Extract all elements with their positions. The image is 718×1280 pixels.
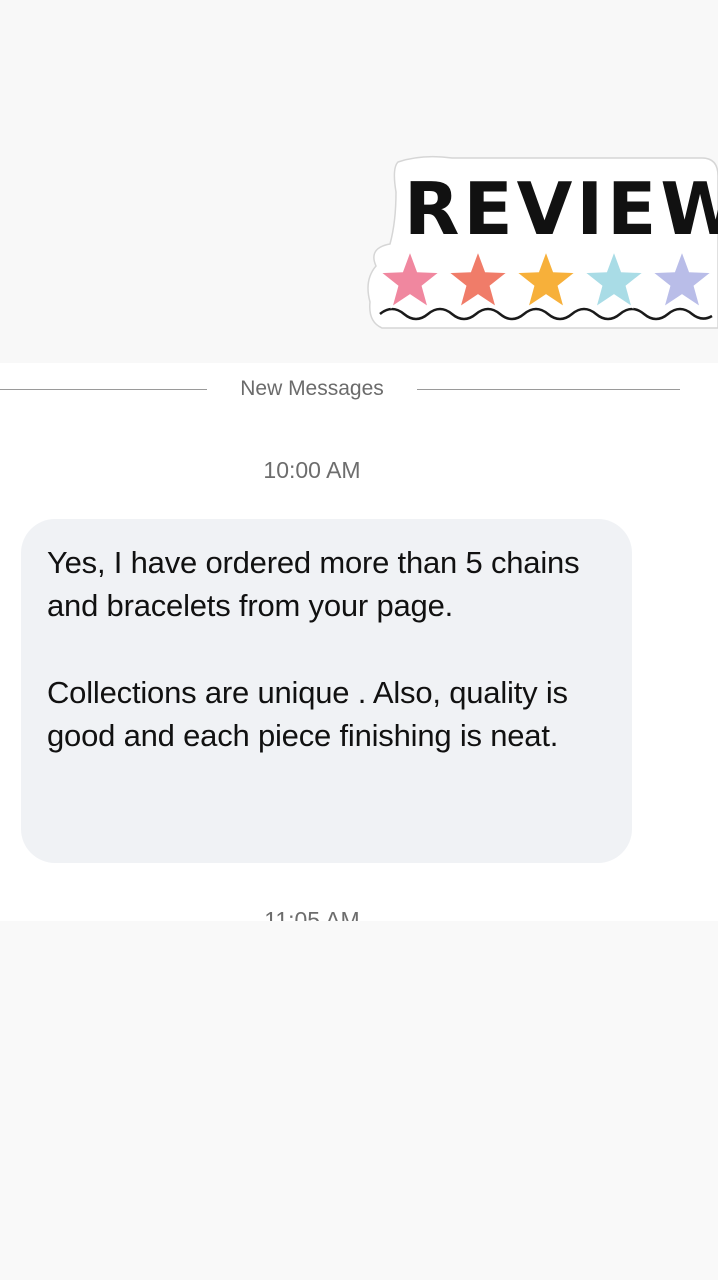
message-paragraph: Collections are unique . Also, quality i… [47,675,568,753]
new-messages-label: New Messages [240,377,384,400]
next-message-timestamp: 11:05 AM [264,907,360,921]
divider-line-left [0,389,207,390]
message-bubble[interactable]: Yes, I have ordered more than 5 chains a… [21,519,632,863]
new-messages-divider: New Messages [0,377,680,400]
conversation-panel: New Messages 10:00 AM Yes, I have ordere… [0,363,718,921]
message-timestamp: 10:00 AM [263,457,361,483]
story-bottom-background [0,921,718,1280]
message-paragraph: Yes, I have ordered more than 5 chains a… [47,545,580,623]
review-sticker: REVIEW [362,152,718,334]
review-sticker-text: REVIEW [404,167,718,251]
divider-line-right [417,389,680,390]
